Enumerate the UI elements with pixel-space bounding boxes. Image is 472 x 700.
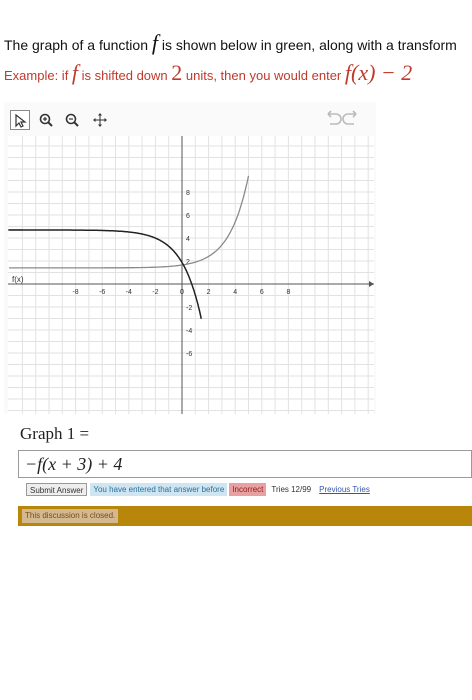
discussion-closed-text: This discussion is closed. [22,509,119,523]
entered-before-message: You have entered that answer before [90,483,228,496]
problem-statement: The graph of a function f is shown below… [4,30,472,56]
status-row: Submit Answer You have entered that answe… [26,483,373,497]
example-amount: 2 [171,60,183,85]
coordinate-plane[interactable]: -8 -6 -4 -2 0 2 4 6 8 8 6 4 2 -2 -4 -6 f(x) [4,136,376,414]
x-tick-label: 8 [286,289,290,296]
fx-label: f(x) [12,275,24,284]
graph-toolbar [4,102,376,136]
x-tick-label: -4 [126,289,132,296]
pointer-icon[interactable] [10,110,30,130]
graph-panel: -8 -6 -4 -2 0 2 4 6 8 8 6 4 2 -2 -4 -6 f(x) [4,102,376,414]
y-tick-label: -6 [186,351,192,358]
intro-text-after: is shown below in green, along with a tr… [158,37,457,53]
x-tick-label: 2 [207,289,211,296]
y-tick-label: 8 [186,190,190,197]
y-tick-label: 4 [186,236,190,243]
x-tick-label: -2 [152,289,158,296]
submit-answer-button[interactable]: Submit Answer [26,483,88,496]
example-suffix: units, then you would enter [182,68,345,83]
x-tick-label: 6 [260,289,264,296]
previous-tries-link[interactable]: Previous Tries [316,483,373,496]
example-expression: f(x) − 2 [344,60,413,85]
y-tick-label: 6 [186,213,190,220]
example-statement: Example: if f is shifted down 2 units, t… [4,60,472,86]
undo-redo-icon[interactable] [322,108,362,133]
answer-input[interactable]: −f(x + 3) + 4 [18,450,472,478]
pan-icon[interactable] [90,110,110,130]
incorrect-badge: Incorrect [229,483,267,496]
y-tick-label: -2 [186,305,192,312]
plot-background [8,136,374,414]
y-tick-label: -4 [186,328,192,335]
discussion-banner: This discussion is closed. [18,506,472,526]
x-tick-label: -6 [99,289,105,296]
example-prefix: Example: if [4,68,72,83]
x-tick-label: 0 [180,289,184,296]
y-tick-label: 2 [186,259,190,266]
zoom-in-icon[interactable] [36,110,56,130]
x-tick-label: -8 [72,289,78,296]
tries-counter: Tries 12/99 [271,485,312,494]
x-tick-label: 4 [233,289,237,296]
example-middle: is shifted down [78,68,172,83]
intro-text-before: The graph of a function [4,37,152,53]
zoom-out-icon[interactable] [62,110,82,130]
graph-label: Graph 1 = [20,424,90,443]
